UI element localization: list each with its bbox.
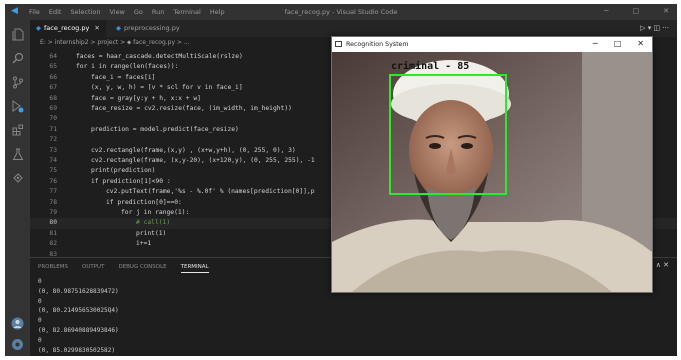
line-number: 65 xyxy=(49,63,57,71)
tab-label: preprocessing.py xyxy=(124,24,180,32)
line-number: 77 xyxy=(49,188,57,196)
terminal-line: 0 xyxy=(38,297,42,305)
code-text: # call(1) xyxy=(136,219,171,227)
line-number: 76 xyxy=(49,177,57,185)
code-text: for j in range(1): xyxy=(121,209,190,216)
popup-title: Recognition System xyxy=(346,41,409,48)
code-text: face_i = faces[i] xyxy=(91,73,156,81)
code-text: prediction = model.predict(face_resize) xyxy=(91,125,239,133)
tab-preprocessing[interactable]: ◆ preprocessing.py xyxy=(110,20,186,37)
python-file-icon: ◆ xyxy=(116,24,121,32)
maximize-button[interactable]: □ xyxy=(633,7,640,15)
popup-maximize-button[interactable]: □ xyxy=(614,39,622,48)
detection-label: criminal - 85 xyxy=(391,61,470,72)
panel-tabs: PROBLEMS OUTPUT DEBUG CONSOLE TERMINAL xyxy=(38,264,209,273)
close-icon[interactable]: ✕ xyxy=(94,24,99,32)
code-text: face = gray[y:y + h, x:x + w] xyxy=(91,94,201,102)
terminal-line: (0, 80.214956530025Q4) xyxy=(38,307,119,315)
line-number: 70 xyxy=(49,115,57,123)
code-text: print(1) xyxy=(136,229,167,237)
line-number: 82 xyxy=(49,240,57,248)
tab-terminal[interactable]: TERMINAL xyxy=(180,264,209,273)
line-number: 79 xyxy=(49,209,57,216)
code-text: cv2.putText(frame,'%s - %.0f' % (names[p… xyxy=(106,188,315,196)
recognition-window[interactable]: Recognition System ─ □ ✕ criminal - 85 xyxy=(331,36,653,293)
line-number: 74 xyxy=(49,157,57,164)
window-icon xyxy=(335,41,342,47)
search-icon[interactable] xyxy=(11,52,24,65)
run-debug-icon[interactable] xyxy=(11,100,24,113)
code-text: for i in range(len(faces)): xyxy=(76,63,179,71)
code-text: cv2.rectangle(frame, (x,y-20), (x+120,y)… xyxy=(91,157,315,164)
line-number: 66 xyxy=(49,73,57,81)
code-text: faces = haar_cascade.detectMultiScale(rs… xyxy=(76,53,243,60)
tab-problems[interactable]: PROBLEMS xyxy=(38,264,68,273)
line-number: 71 xyxy=(49,125,57,133)
line-number: 69 xyxy=(49,105,57,112)
code-text: i+=1 xyxy=(136,240,152,248)
code-text: face_resize = cv2.resize(face, (im_width… xyxy=(91,105,292,112)
line-number: 67 xyxy=(49,84,57,92)
tab-label: face_recog.py xyxy=(44,24,90,32)
detection-box xyxy=(389,74,507,195)
tab-debug-console[interactable]: DEBUG CONSOLE xyxy=(118,264,166,273)
popup-title-bar[interactable]: Recognition System ─ □ ✕ xyxy=(332,37,652,52)
code-text: if prediction[0]==0: xyxy=(106,198,182,206)
extensions-icon[interactable] xyxy=(11,124,24,137)
window-controls: ─ □ ✕ xyxy=(604,7,669,15)
line-number: 75 xyxy=(49,167,57,175)
line-number: 73 xyxy=(49,146,57,154)
line-number: 72 xyxy=(49,136,57,144)
code-text: cv2.rectangle(frame,(x,y) , (x+w,y+h), (… xyxy=(91,146,296,154)
editor-actions[interactable]: ▷ ▾ ◫ ··· xyxy=(640,20,669,37)
popup-minimize-button[interactable]: ─ xyxy=(593,39,598,48)
minimize-button[interactable]: ─ xyxy=(604,7,608,15)
terminal-line: (0, 85.0299830502582) xyxy=(38,346,116,354)
line-number: 78 xyxy=(49,198,57,206)
code-text: print(prediction) xyxy=(91,167,156,175)
tab-face-recog[interactable]: ◆ face_recog.py ✕ xyxy=(30,20,106,37)
files-icon[interactable] xyxy=(11,28,24,41)
settings-gear-icon[interactable] xyxy=(11,338,24,351)
account-icon[interactable] xyxy=(11,317,24,330)
window-title: face_recog.py - Visual Studio Code xyxy=(284,8,398,16)
editor-tabs: ◆ face_recog.py ✕ ◆ preprocessing.py ▷ ▾ ◫ … xyxy=(30,20,677,37)
popup-close-button[interactable]: ✕ xyxy=(637,39,644,48)
line-number: 80 xyxy=(49,219,57,227)
source-control-icon[interactable] xyxy=(11,76,24,89)
tab-output[interactable]: OUTPUT xyxy=(82,264,104,273)
line-number: 68 xyxy=(49,94,57,102)
camera-frame: criminal - 85 xyxy=(332,52,652,292)
title-bar: ◀ File Edit Selection View Go Run Termin… xyxy=(5,4,677,20)
popup-window-controls: ─ □ ✕ xyxy=(593,39,644,48)
vscode-window: ◀ File Edit Selection View Go Run Termin… xyxy=(5,4,677,356)
line-number: 64 xyxy=(49,53,57,60)
python-file-icon: ◆ xyxy=(36,24,41,32)
flask-icon[interactable] xyxy=(11,148,24,161)
code-text: (x, y, w, h) = [v * scl for v in face_i] xyxy=(91,84,243,92)
line-number: 81 xyxy=(49,229,57,237)
terminal-line: 0 xyxy=(38,355,638,356)
terminal-line: 0 xyxy=(38,317,42,325)
activity-bar xyxy=(5,20,30,356)
close-button[interactable]: ✕ xyxy=(663,7,669,15)
terminal-line: (0, 82.86940889493846) xyxy=(38,326,119,334)
remote-icon[interactable] xyxy=(11,172,24,185)
code-text: if prediction[1]<90 : xyxy=(91,177,171,185)
terminal-line: 0 xyxy=(38,336,42,344)
